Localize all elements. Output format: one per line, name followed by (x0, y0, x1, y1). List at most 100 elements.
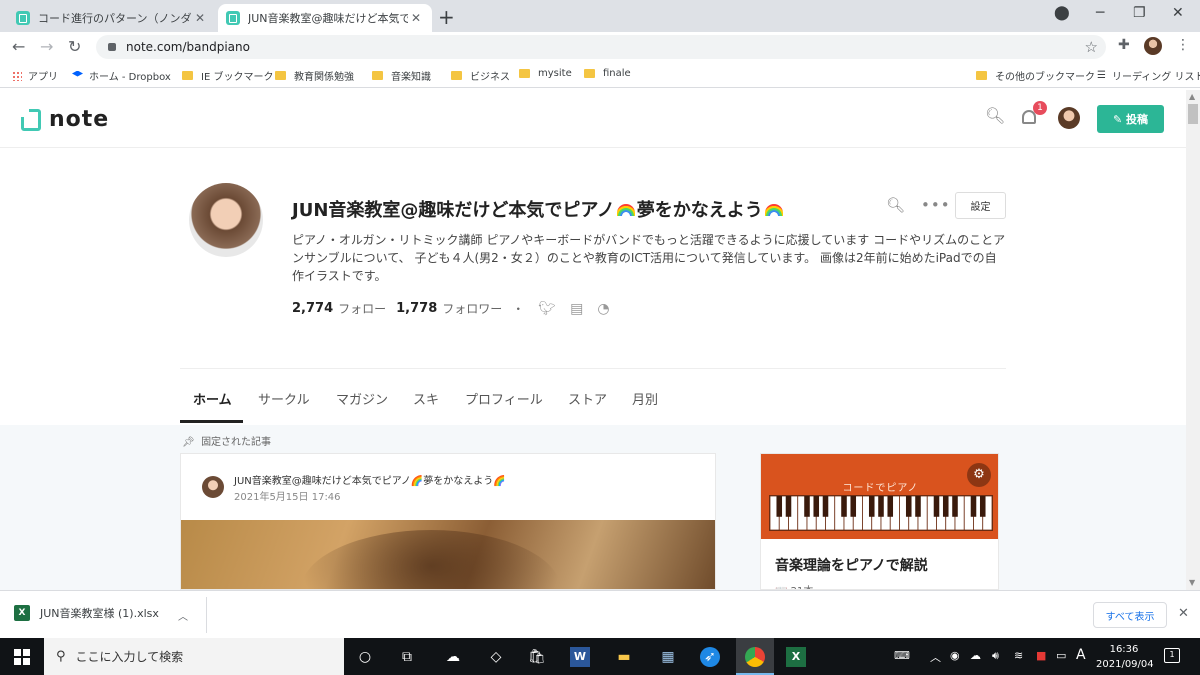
tab-search-icon[interactable]: ⬤ (1054, 5, 1070, 21)
volume-icon[interactable]: 🔊︎ (992, 649, 999, 663)
following-label[interactable]: フォロー (338, 300, 386, 317)
article-thumbnail[interactable] (181, 520, 715, 589)
article-author[interactable]: JUN音楽教室@趣味だけど本気でピアノ🌈夢をかなえよう🌈 (234, 472, 506, 487)
scroll-up-icon[interactable]: ▲ (1189, 92, 1195, 101)
tab-profile[interactable]: プロフィール (465, 389, 543, 408)
minimize-icon[interactable]: ─ (1096, 5, 1104, 21)
bookmark-label: その他のブックマーク (995, 72, 1095, 83)
browser-profile-avatar[interactable] (1144, 37, 1162, 55)
bookmark-apps[interactable]: アプリ (12, 68, 58, 83)
post-button[interactable]: ✎ 投稿 (1097, 105, 1164, 133)
search-icon[interactable]: 🔍︎ (985, 106, 1005, 125)
notes-app-icon[interactable]: ▦ (658, 647, 678, 667)
gear-icon[interactable]: ⚙ (967, 463, 991, 487)
restore-icon[interactable]: ❐ (1133, 5, 1146, 21)
tab-close-icon[interactable]: ✕ (408, 11, 424, 25)
rss-icon[interactable]: ◔ (597, 301, 609, 317)
bookmark-folder[interactable]: 音楽知識 (372, 68, 431, 83)
reload-icon[interactable]: ↻ (68, 37, 81, 56)
windows-start-icon[interactable] (14, 649, 30, 665)
download-item[interactable]: X JUN音楽教室様 (1).xlsx (14, 605, 159, 621)
following-count[interactable]: 2,774 (292, 301, 333, 316)
black-key (952, 496, 958, 517)
tab-home[interactable]: ホーム (193, 389, 232, 408)
close-window-icon[interactable]: ✕ (1172, 5, 1184, 21)
network-icon[interactable]: ▭ (1056, 649, 1066, 662)
address-bar[interactable]: note.com/bandpiano ☆ (96, 35, 1106, 59)
folder-icon (584, 69, 595, 78)
onedrive-icon[interactable]: ☁ (970, 649, 981, 662)
lock-icon (108, 43, 116, 51)
bookmark-folder[interactable]: IE ブックマーク (182, 68, 273, 83)
meet-icon[interactable]: ◉ (950, 649, 960, 662)
new-tab-icon[interactable]: + (438, 5, 455, 29)
show-all-button[interactable]: すべて表示 (1093, 602, 1167, 628)
magazine-card[interactable]: コードでピアノ ⚙ 音楽理論をピアノで解説 📖 21本 (760, 453, 999, 590)
bookmark-folder[interactable]: mysite (519, 68, 572, 79)
folder-icon (372, 71, 383, 80)
bookmark-other[interactable]: その他のブックマーク (976, 68, 1095, 83)
pinned-label-text: 固定された記事 (201, 437, 272, 448)
bookmark-folder[interactable]: ビジネス (451, 68, 510, 83)
wifi-icon[interactable]: ≋ (1014, 649, 1023, 662)
tab-store[interactable]: ストア (568, 389, 607, 408)
keyboard-icon[interactable]: ⌨ (894, 649, 910, 662)
bookmark-folder[interactable]: 教育関係勉強 (275, 68, 354, 83)
chevron-up-icon[interactable]: ︿ (930, 649, 941, 665)
dropbox-tray-icon[interactable]: ■ (1036, 649, 1046, 662)
weather-icon[interactable]: ☁ (443, 647, 463, 667)
cortana-icon[interactable]: ○ (355, 647, 375, 667)
bookmark-star-icon[interactable]: ☆ (1085, 38, 1098, 56)
pinned-article-card[interactable]: JUN音楽教室@趣味だけど本気でピアノ🌈夢をかなえよう🌈 2021年5月15日 … (180, 453, 716, 590)
more-options-icon[interactable]: ••• (921, 196, 951, 214)
profile-search-icon[interactable]: 🔍︎ (886, 196, 905, 214)
tab-likes[interactable]: スキ (413, 389, 439, 408)
chrome-icon[interactable] (745, 647, 765, 667)
chevron-up-icon[interactable]: ︿ (178, 608, 188, 623)
back-icon[interactable]: ← (12, 37, 25, 56)
twitter-icon[interactable]: 🐦︎ (538, 301, 556, 317)
scroll-down-icon[interactable]: ▼ (1189, 578, 1195, 587)
folder-icon (451, 71, 462, 80)
bookmark-label: 教育関係勉強 (294, 72, 354, 83)
bookmark-reading-list[interactable]: ☰ リーディング リスト (1097, 68, 1200, 83)
excel-icon[interactable]: X (786, 647, 806, 667)
magazine-title[interactable]: 音楽理論をピアノで解説 (775, 555, 928, 575)
black-key (878, 496, 884, 517)
store-icon[interactable]: ▤ (570, 301, 583, 317)
safari-like-icon[interactable]: ➶ (700, 647, 720, 667)
dropbox-icon (72, 70, 83, 77)
scrollbar-thumb[interactable] (1188, 104, 1198, 124)
folder-icon (976, 71, 987, 80)
notification-center-icon[interactable]: 1 (1164, 648, 1180, 663)
folder-icon (182, 71, 193, 80)
bookmark-folder[interactable]: finale (584, 68, 631, 79)
user-avatar[interactable] (1058, 107, 1080, 129)
forward-icon[interactable]: → (40, 37, 53, 56)
black-key (942, 496, 949, 517)
followers-label[interactable]: フォロワー (442, 300, 502, 317)
extensions-icon[interactable]: ✚ (1118, 37, 1130, 53)
store-app-icon[interactable]: 🛍︎ (527, 647, 547, 667)
browser-tab-1[interactable]: コード進行のパターン（ノンダイアトニック ✕ (8, 4, 216, 32)
taskbar-search-box[interactable]: ⚲ ここに入力して検索 (44, 638, 344, 675)
followers-count[interactable]: 1,778 (396, 301, 437, 316)
tab-magazine[interactable]: マガジン (336, 389, 388, 408)
download-filename: JUN音楽教室様 (1).xlsx (40, 607, 159, 620)
tab-close-icon[interactable]: ✕ (192, 11, 208, 25)
note-logo[interactable]: note (21, 107, 109, 132)
ime-indicator[interactable]: A (1076, 647, 1086, 663)
taskbar-clock[interactable]: 16:36 2021/09/04 (1096, 642, 1154, 672)
file-explorer-icon[interactable]: ▬ (614, 647, 634, 667)
menu-kebab-icon[interactable]: ⋮ (1176, 37, 1190, 53)
tab-circle[interactable]: サークル (258, 389, 310, 408)
task-view-icon[interactable]: ⧉ (397, 647, 417, 667)
page-scrollbar[interactable]: ▲ ▼ (1186, 90, 1200, 590)
close-icon[interactable]: ✕ (1178, 606, 1189, 621)
bookmark-dropbox[interactable]: ホーム - Dropbox (72, 68, 171, 83)
tab-monthly[interactable]: 月別 (632, 389, 658, 408)
app-icon[interactable]: ◇ (486, 647, 506, 667)
word-icon[interactable]: W (570, 647, 590, 667)
settings-button[interactable]: 設定 (955, 192, 1006, 219)
browser-tab-2[interactable]: JUN音楽教室@趣味だけど本気でピアノ🌈夢 ✕ (218, 4, 432, 32)
